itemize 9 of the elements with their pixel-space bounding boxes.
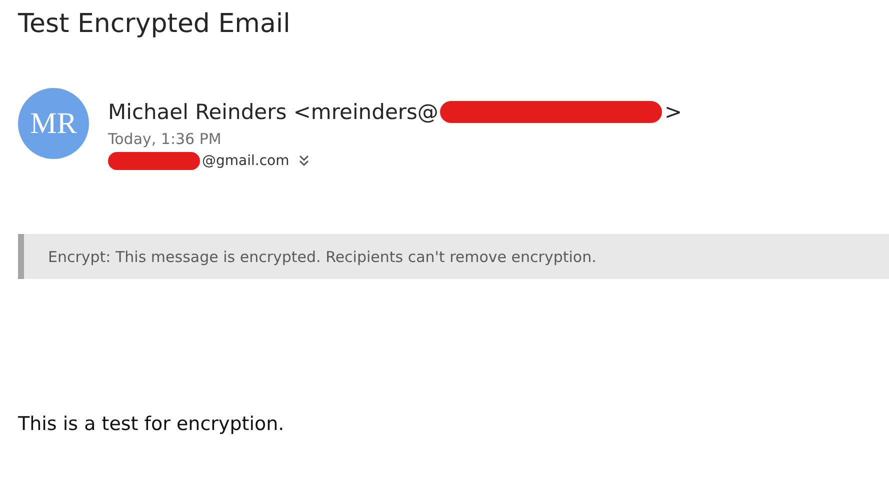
email-subject: Test Encrypted Email (18, 8, 292, 41)
sender-name: Michael Reinders <mreinders@ (108, 100, 438, 124)
sender-name-end: > (664, 100, 682, 124)
message-body: This is a test for encryption. (18, 413, 286, 435)
sender-avatar: MR (18, 88, 89, 159)
recipient-address: @gmail.com (202, 153, 290, 169)
banner-text: Encrypt: This message is encrypted. Recipients can't remove encryption. (48, 248, 596, 266)
expand-icon[interactable] (299, 155, 310, 167)
sent-date: Today, 1:36 PM (108, 129, 222, 150)
